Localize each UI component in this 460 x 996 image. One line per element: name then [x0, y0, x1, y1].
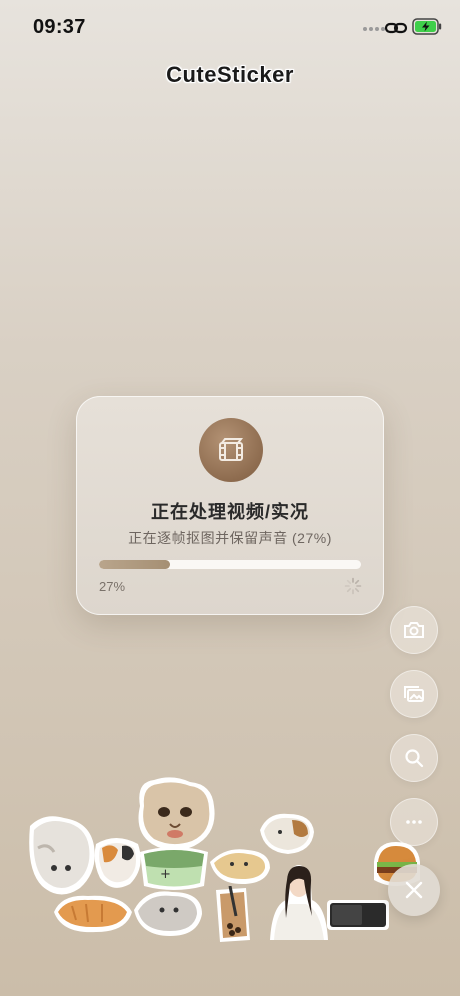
close-icon: [405, 881, 423, 899]
svg-text:+: +: [160, 867, 171, 882]
bubble-tea-sticker: [216, 886, 250, 942]
app-title: CuteSticker: [166, 62, 294, 87]
processing-title: 正在处理视频/实况: [150, 502, 309, 522]
status-bar: 09:37: [0, 0, 460, 56]
dog-sticker: [260, 813, 314, 854]
white-cat-sticker: [29, 816, 95, 895]
camera-button[interactable]: [390, 606, 438, 654]
phone-sticker: [327, 900, 389, 930]
progress-bar: [99, 560, 361, 569]
status-time: 09:37: [33, 16, 86, 38]
signal-icon: [363, 27, 385, 31]
film-icon: [219, 438, 243, 461]
progress-label: 27%: [99, 579, 126, 594]
spinner-icon: [344, 577, 362, 595]
progress-fill: [99, 560, 170, 569]
drink-sticker: +: [140, 847, 208, 890]
processing-subtitle: 正在逐帧抠图并保留声音 (27%): [128, 530, 332, 546]
gallery-button[interactable]: [390, 670, 438, 718]
processing-card: 正在处理视频/实况 正在逐帧抠图并保留声音 (27%) 27%: [76, 396, 384, 615]
video-badge: [199, 418, 263, 482]
battery-icon: [412, 18, 442, 35]
grey-cat-sticker: [134, 891, 202, 936]
orange-cat-sticker: [54, 895, 132, 933]
gallery-icon: [404, 686, 424, 702]
close-button[interactable]: [388, 864, 440, 916]
link-icon: [384, 22, 408, 34]
camera-icon: [404, 622, 424, 638]
portrait-sticker: [270, 865, 328, 940]
calico-cat-sticker: [94, 838, 141, 888]
cat-head-sticker: [138, 777, 215, 851]
